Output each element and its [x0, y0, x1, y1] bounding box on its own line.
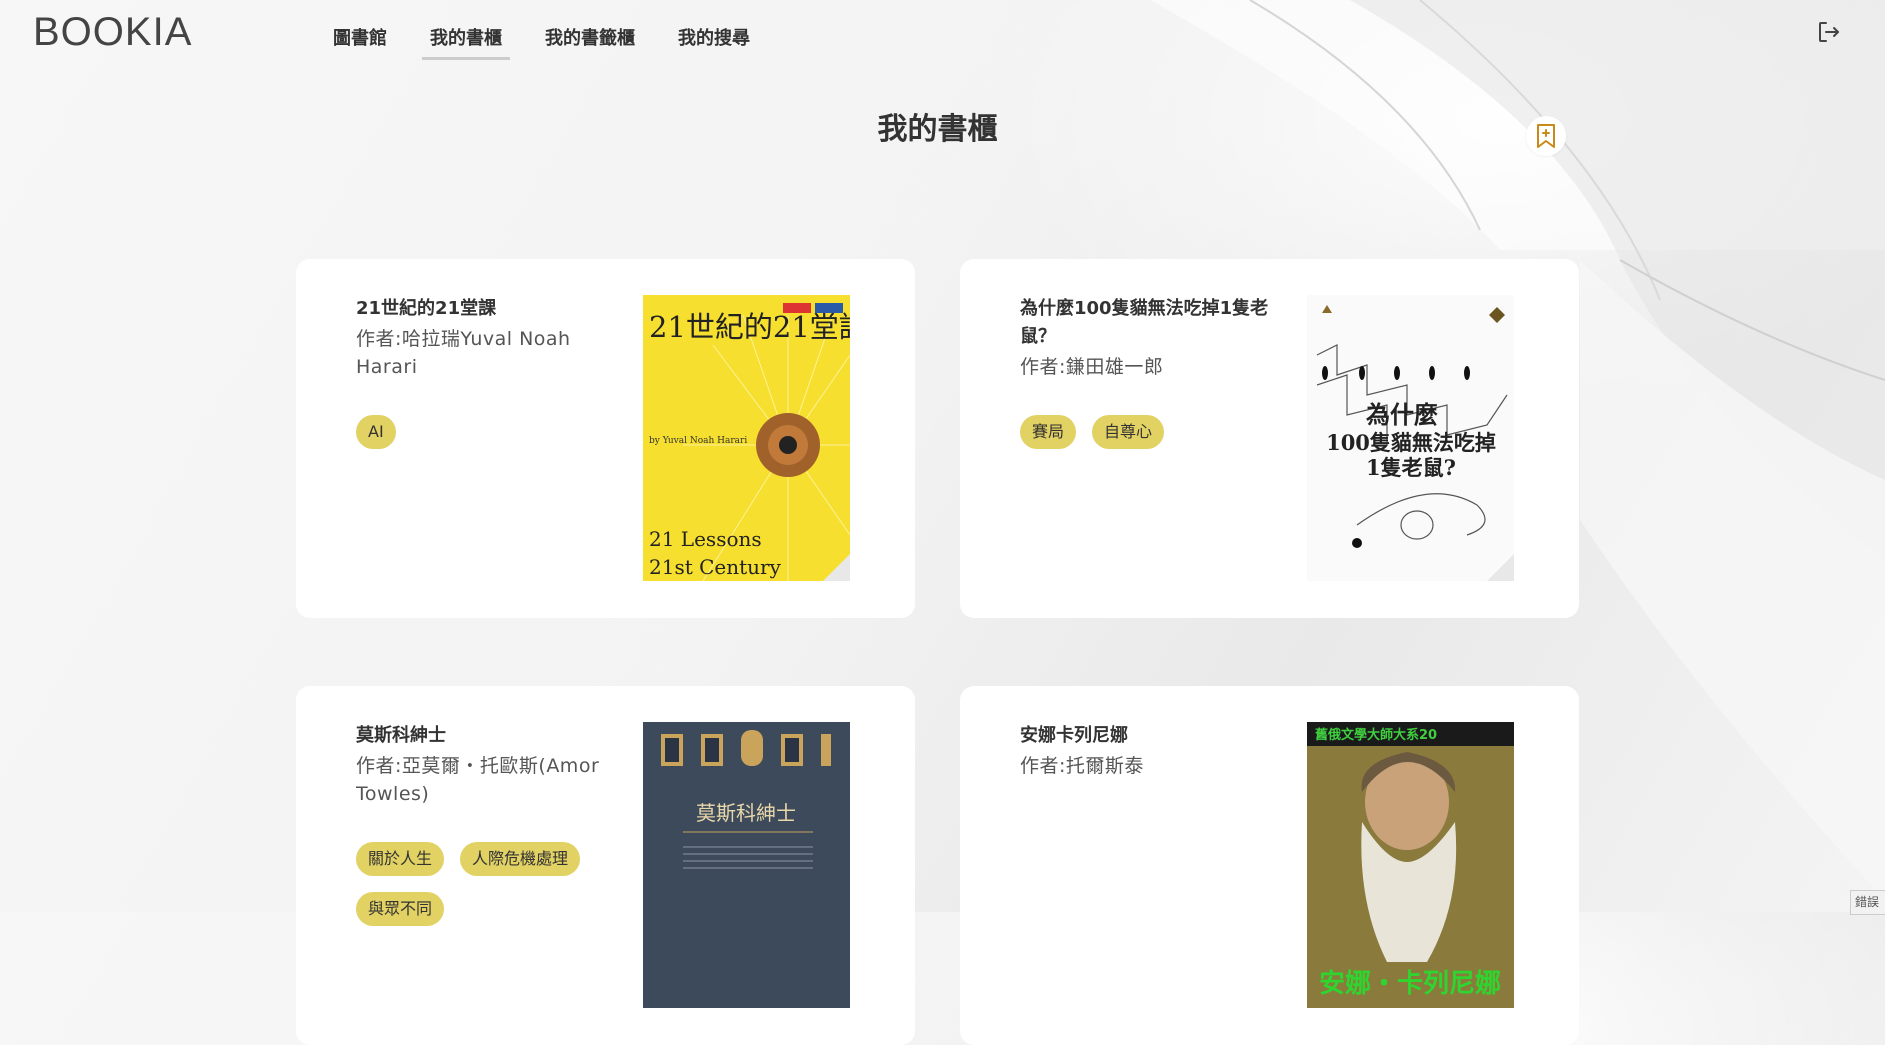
book-author: 作者:托爾斯泰 — [1020, 755, 1144, 777]
tag[interactable]: AI — [356, 415, 396, 449]
cover-author-en: by Yuval Noah Harari — [649, 436, 747, 446]
cover-title: 21世紀的21堂課 — [649, 310, 850, 344]
tag[interactable]: 自尊心 — [1092, 415, 1165, 449]
main-nav: 圖書館 我的書櫃 我的書籤櫃 我的搜尋 — [325, 22, 785, 60]
nav-item-my-search[interactable]: 我的搜尋 — [670, 22, 758, 56]
book-title[interactable]: 21世紀的21堂課 — [356, 295, 606, 323]
bookmark-add-icon — [1537, 124, 1555, 148]
book-cover[interactable]: 21世紀的21堂課 by Yuval Noah Harari 21 Lesson… — [643, 295, 850, 581]
cover-series: 舊俄文學大師大系20 — [1315, 727, 1437, 743]
nav-item-my-bookshelf[interactable]: 我的書櫃 — [422, 22, 510, 60]
corner-tab[interactable]: 錯誤 — [1850, 890, 1885, 915]
book-author: 作者:哈拉瑞Yuval Noah Harari — [356, 328, 571, 378]
book-title[interactable]: 莫斯科紳士 — [356, 722, 606, 750]
book-card[interactable]: 為什麼100隻貓無法吃掉1隻老鼠？ 作者:鎌田雄一郎 賽局 自尊心 為什麼 10… — [960, 259, 1579, 618]
page-title: 我的書櫃 — [877, 112, 998, 147]
cover-title: 安娜・卡列尼娜 — [1319, 969, 1501, 999]
book-card[interactable]: 莫斯科紳士 作者:亞莫爾・托歐斯(Amor Towles) 關於人生 人際危機處… — [296, 686, 915, 1045]
tag[interactable]: 人際危機處理 — [460, 842, 581, 876]
logo-text: BOOKIA — [33, 10, 193, 54]
book-cover[interactable]: 為什麼 100隻貓無法吃掉 1隻老鼠? — [1307, 295, 1514, 581]
tag[interactable]: 關於人生 — [356, 842, 445, 876]
tag[interactable]: 賽局 — [1020, 415, 1077, 449]
add-bookmark-button[interactable] — [1526, 116, 1566, 156]
nav-item-library[interactable]: 圖書館 — [325, 22, 395, 56]
book-title[interactable]: 安娜卡列尼娜 — [1020, 722, 1270, 750]
book-title[interactable]: 為什麼100隻貓無法吃掉1隻老鼠？ — [1020, 295, 1270, 351]
book-card[interactable]: 安娜卡列尼娜 作者:托爾斯泰 舊俄文學大師大系20 安娜・卡列尼娜 — [960, 686, 1579, 1045]
cover-title: 莫斯科紳士 — [696, 801, 796, 825]
bookia-logo[interactable]: BOOKIA — [33, 12, 192, 52]
book-cover[interactable]: 舊俄文學大師大系20 安娜・卡列尼娜 — [1307, 722, 1514, 1008]
cover-title-2: 100隻貓無法吃掉 — [1326, 430, 1496, 455]
cover-title-1: 為什麼 — [1366, 400, 1438, 429]
cover-title-en-1: 21 Lessons — [649, 527, 762, 551]
book-author: 作者:鎌田雄一郎 — [1020, 356, 1164, 378]
tag[interactable]: 與眾不同 — [356, 892, 445, 926]
cover-title-en-2: 21st Century — [649, 555, 782, 579]
book-cover[interactable]: 莫斯科紳士 — [643, 722, 850, 1008]
book-card[interactable]: 21世紀的21堂課 作者:哈拉瑞Yuval Noah Harari AI 21世… — [296, 259, 915, 618]
nav-item-my-bookmarks[interactable]: 我的書籤櫃 — [537, 22, 643, 56]
cover-title-3: 1隻老鼠? — [1366, 455, 1456, 480]
book-author: 作者:亞莫爾・托歐斯(Amor Towles) — [356, 755, 600, 805]
logout-icon[interactable] — [1816, 19, 1842, 45]
